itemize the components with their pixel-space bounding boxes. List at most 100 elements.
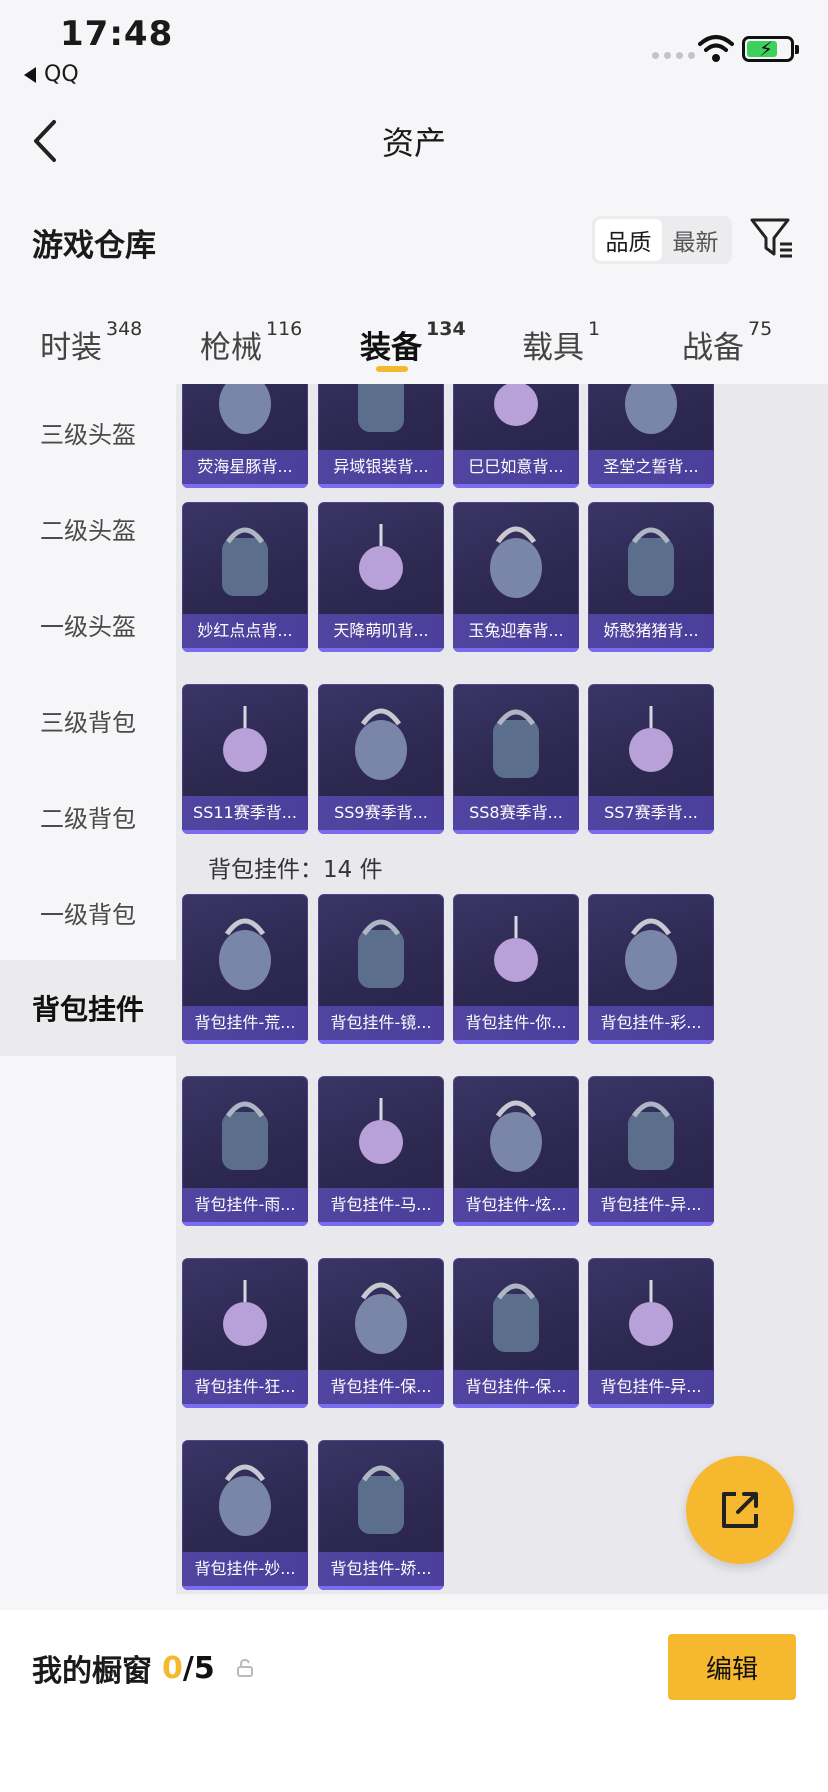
pendant-card-label: 背包挂件-炫... [453, 1188, 579, 1226]
pendant-section-label: 背包挂件：14 件 [208, 857, 383, 883]
sidebar: 三级头盔 二级头盔 一级头盔 三级背包 二级背包 一级背包 背包挂件 [0, 384, 176, 1594]
backpack-card[interactable]: SS11赛季背... [182, 684, 308, 834]
backpack-card[interactable]: 玉兔迎春背... [453, 502, 579, 652]
pendant-card[interactable]: 背包挂件-荒... [182, 894, 308, 1044]
pendant-card[interactable]: 背包挂件-保... [318, 1258, 444, 1408]
backpack-card[interactable]: 异域银装背... [318, 384, 444, 488]
backpack-card-image [490, 526, 542, 598]
pendant-card-label: 背包挂件-保... [453, 1370, 579, 1408]
pendant-card-label: 背包挂件-彩... [588, 1006, 714, 1044]
pendant-card-label: 背包挂件-镜... [318, 1006, 444, 1044]
signal-icon [652, 52, 695, 59]
backpack-card-label: 天降萌叽背... [318, 614, 444, 652]
sort-toggle[interactable]: 品质 最新 [592, 216, 732, 264]
tab-guns[interactable]: 枪械 116 [200, 318, 302, 367]
sidebar-item-backpack-2[interactable]: 二级背包 [0, 768, 176, 864]
pendant-card-image [358, 1465, 404, 1534]
pendant-card-label: 背包挂件-异... [588, 1370, 714, 1408]
backpack-card-label: 妙红点点背... [182, 614, 308, 652]
backpack-card-image [358, 384, 404, 432]
backpack-card-image [355, 708, 407, 780]
back-triangle-icon [24, 66, 36, 83]
pendant-card[interactable]: 背包挂件-雨... [182, 1076, 308, 1226]
tab-vehicles[interactable]: 载具 1 [522, 318, 600, 367]
sidebar-item-pendants[interactable]: 背包挂件 [0, 960, 176, 1056]
backpack-card-label: 圣堂之誓背... [588, 450, 714, 488]
pendant-card-image [629, 1280, 673, 1346]
sort-newest[interactable]: 最新 [662, 219, 729, 261]
backpack-card-image [223, 706, 267, 772]
showcase-title: 我的橱窗 0/5 [32, 1646, 255, 1690]
filter-icon[interactable] [748, 214, 794, 260]
pendant-card-image [493, 1283, 539, 1352]
backpack-card[interactable]: 巳巳如意背... [453, 384, 579, 488]
active-tab-indicator [376, 366, 408, 372]
battery-icon: ⚡ [742, 36, 799, 62]
backpack-card-image [359, 524, 403, 590]
item-grid: 荧海星豚背... 异域银装背... 巳巳如意背... 圣堂之誓背... 妙红点点背...… [176, 384, 828, 1594]
pendant-card[interactable]: 背包挂件-保... [453, 1258, 579, 1408]
backpack-card[interactable]: 天降萌叽背... [318, 502, 444, 652]
share-button[interactable] [686, 1456, 794, 1564]
pendant-card-label: 背包挂件-雨... [182, 1188, 308, 1226]
pendant-card-label: 背包挂件-娇... [318, 1552, 444, 1590]
pendant-card[interactable]: 背包挂件-异... [588, 1258, 714, 1408]
backpack-card-image [493, 709, 539, 778]
sort-quality[interactable]: 品质 [595, 219, 662, 261]
tab-fashion[interactable]: 时装 348 [40, 318, 142, 367]
backpack-card-label: 荧海星豚背... [182, 450, 308, 488]
pendant-card-image [222, 1101, 268, 1170]
pendant-card[interactable]: 背包挂件-娇... [318, 1440, 444, 1590]
pendant-card-label: 背包挂件-妙... [182, 1552, 308, 1590]
backpack-card[interactable]: 荧海星豚背... [182, 384, 308, 488]
back-app-label: QQ [44, 62, 79, 87]
pendant-card-image [490, 1100, 542, 1172]
backpack-card-label: SS7赛季背... [588, 796, 714, 834]
pendant-card[interactable]: 背包挂件-炫... [453, 1076, 579, 1226]
pendant-card-image [628, 1101, 674, 1170]
tab-supplies[interactable]: 战备 75 [682, 318, 772, 367]
backpack-card[interactable]: SS9赛季背... [318, 684, 444, 834]
pendant-card-label: 背包挂件-荒... [182, 1006, 308, 1044]
showcase-total: /5 [182, 1650, 215, 1686]
lock-icon [236, 1658, 253, 1677]
pendant-card[interactable]: 背包挂件-马... [318, 1076, 444, 1226]
backpack-card-image [629, 706, 673, 772]
pendant-card[interactable]: 背包挂件-狂... [182, 1258, 308, 1408]
pendant-card[interactable]: 背包挂件-异... [588, 1076, 714, 1226]
pendant-card[interactable]: 背包挂件-你... [453, 894, 579, 1044]
backpack-card[interactable]: SS7赛季背... [588, 684, 714, 834]
status-bar: 17:48 QQ ⚡ [0, 0, 828, 90]
pendant-card[interactable]: 背包挂件-妙... [182, 1440, 308, 1590]
backpack-card-label: SS9赛季背... [318, 796, 444, 834]
backpack-card-label: 巳巳如意背... [453, 450, 579, 488]
pendant-card-image [359, 1098, 403, 1164]
pendant-card[interactable]: 背包挂件-彩... [588, 894, 714, 1044]
pendant-card-image [223, 1280, 267, 1346]
sidebar-item-backpack-3[interactable]: 三级背包 [0, 672, 176, 768]
backpack-card-label: 娇憨猪猪背... [588, 614, 714, 652]
sidebar-item-backpack-1[interactable]: 一级背包 [0, 864, 176, 960]
backpack-card[interactable]: 圣堂之誓背... [588, 384, 714, 488]
backpack-card-image [625, 384, 677, 434]
backpack-card-image [219, 384, 271, 434]
edit-button[interactable]: 编辑 [668, 1634, 796, 1700]
backpack-card-label: 玉兔迎春背... [453, 614, 579, 652]
pendant-card-label: 背包挂件-异... [588, 1188, 714, 1226]
backpack-card[interactable]: SS8赛季背... [453, 684, 579, 834]
sidebar-item-helmet-3[interactable]: 三级头盔 [0, 384, 176, 480]
pendant-card-image [494, 916, 538, 982]
sidebar-item-helmet-2[interactable]: 二级头盔 [0, 480, 176, 576]
tab-equipment[interactable]: 装备 134 [360, 318, 466, 367]
pendant-card[interactable]: 背包挂件-镜... [318, 894, 444, 1044]
backpack-card-image [222, 527, 268, 596]
back-to-app[interactable]: QQ [24, 62, 79, 87]
pendant-card-image [219, 1464, 271, 1536]
pendant-card-image [625, 918, 677, 990]
warehouse-title: 游戏仓库 [32, 228, 156, 264]
share-icon [722, 1492, 758, 1528]
backpack-card-label: SS8赛季背... [453, 796, 579, 834]
sidebar-item-helmet-1[interactable]: 一级头盔 [0, 576, 176, 672]
backpack-card[interactable]: 妙红点点背... [182, 502, 308, 652]
backpack-card[interactable]: 娇憨猪猪背... [588, 502, 714, 652]
